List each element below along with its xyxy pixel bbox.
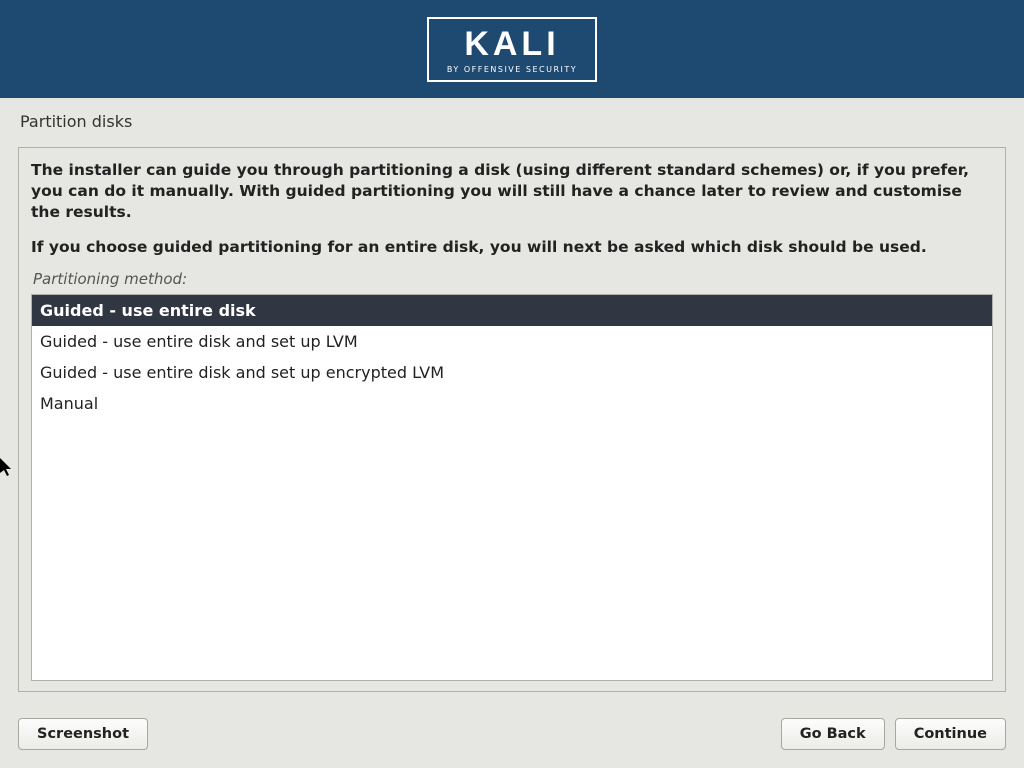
kali-logo: KALI BY OFFENSIVE SECURITY [427,17,597,82]
partitioning-method-listbox[interactable]: Guided - use entire diskGuided - use ent… [31,294,993,681]
page-title: Partition disks [20,112,1004,131]
button-bar: Screenshot Go Back Continue [0,704,1024,768]
header-banner: KALI BY OFFENSIVE SECURITY [0,0,1024,98]
partition-option[interactable]: Guided - use entire disk and set up LVM [32,326,992,357]
logo-subtitle: BY OFFENSIVE SECURITY [447,65,577,74]
main-panel: The installer can guide you through part… [18,147,1006,692]
logo-text: KALI [447,27,577,61]
mouse-cursor-icon [0,458,14,478]
partitioning-method-label: Partitioning method: [31,270,993,288]
description-text-1: The installer can guide you through part… [31,160,993,223]
screenshot-button[interactable]: Screenshot [18,718,148,750]
go-back-button[interactable]: Go Back [781,718,885,750]
partition-option[interactable]: Guided - use entire disk and set up encr… [32,357,992,388]
partition-option[interactable]: Manual [32,388,992,419]
partition-option[interactable]: Guided - use entire disk [32,295,992,326]
title-area: Partition disks [0,98,1024,141]
continue-button[interactable]: Continue [895,718,1006,750]
description-text-2: If you choose guided partitioning for an… [31,237,993,258]
